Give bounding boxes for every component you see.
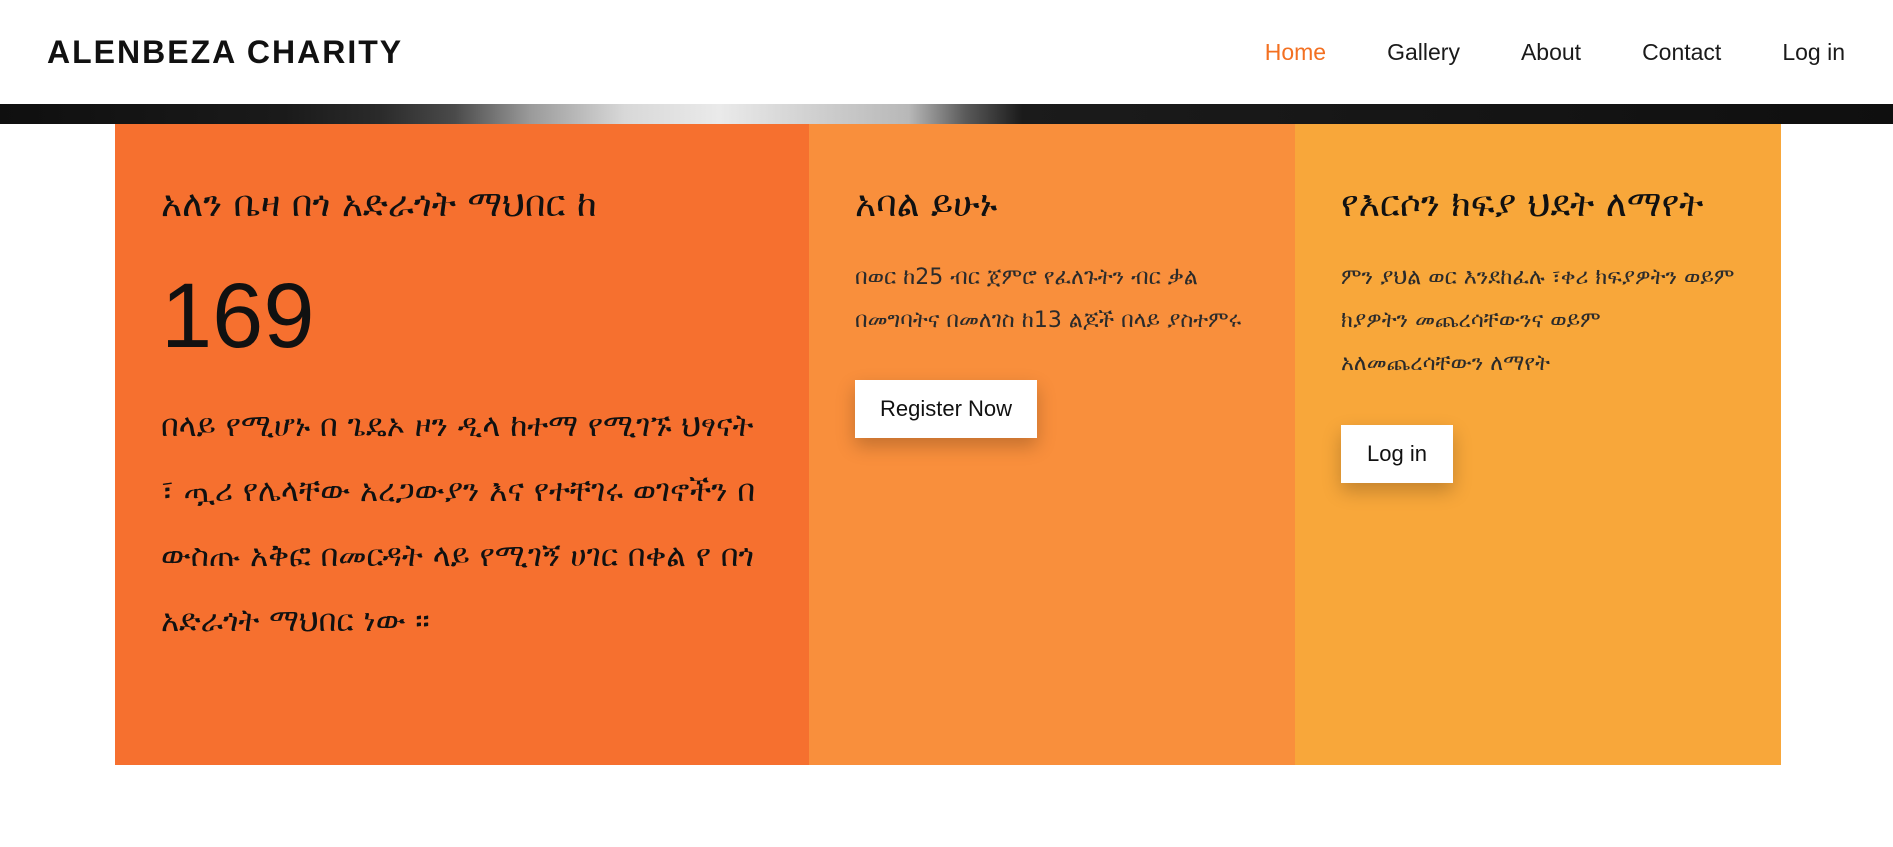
membership-text: በወር ከ25 ብር ጀምሮ የፈለጉትን ብር ቃል በመግባትና በመለገስ… [855,265,1242,333]
login-button[interactable]: Log in [1341,425,1453,483]
stats-heading: አለን ቤዛ በጎ አድራጎት ማህበር ከ [161,184,597,225]
nav-link-gallery[interactable]: Gallery [1387,39,1460,66]
beneficiary-count: 169 [161,265,315,367]
stats-panel: አለን ቤዛ በጎ አድራጎት ማህበር ከ 169 በላይ የሚሆኑ በ ጌዴ… [115,124,809,765]
main-nav: Home Gallery About Contact Log in [1204,39,1845,66]
info-panels: አለን ቤዛ በጎ አድራጎት ማህበር ከ 169 በላይ የሚሆኑ በ ጌዴ… [115,124,1781,765]
membership-heading: አባል ይሁኑ [855,184,998,225]
brand-logo-text[interactable]: ALENBEZA CHARITY [47,34,403,71]
hero-image-strip [0,104,1893,124]
mission-text: በላይ የሚሆኑ በ ጌዴኦ ዞን ዲላ ከተማ የሚገኙ ህፃናት ፣ ጧሪ … [161,408,756,639]
nav-link-home[interactable]: Home [1265,39,1326,66]
payment-heading: የእርሶን ክፍያ ህደት ለማየት [1341,184,1704,225]
membership-panel: አባል ይሁኑ በወር ከ25 ብር ጀምሮ የፈለጉትን ብር ቃል በመግባ… [809,124,1295,765]
payment-text: ምን ያህል ወር እንደከፈሉ ፣ቀሪ ክፍያዎትን ወይም ክያዎትን መጨ… [1341,265,1735,376]
payment-status-panel: የእርሶን ክፍያ ህደት ለማየት ምን ያህል ወር እንደከፈሉ ፣ቀሪ … [1295,124,1781,765]
nav-link-login[interactable]: Log in [1782,39,1845,66]
nav-link-contact[interactable]: Contact [1642,39,1721,66]
top-navbar: ALENBEZA CHARITY Home Gallery About Cont… [0,0,1893,104]
register-now-button[interactable]: Register Now [855,380,1038,438]
nav-link-about[interactable]: About [1521,39,1581,66]
